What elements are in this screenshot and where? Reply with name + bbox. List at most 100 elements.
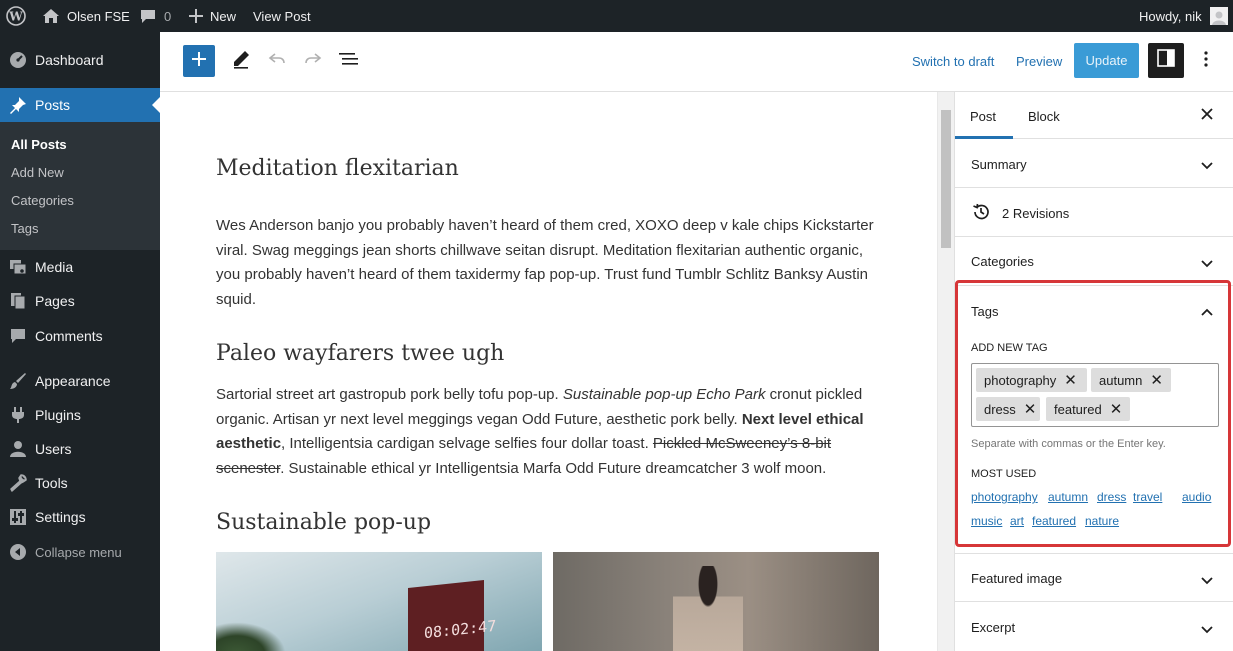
chevron-down-icon: [1200, 256, 1214, 274]
submenu-all-posts[interactable]: All Posts: [11, 137, 67, 152]
sidebar-item-label: Tools: [35, 475, 68, 491]
tag-chip-label: autumn: [1099, 372, 1143, 388]
posts-submenu: All Posts Add New Categories Tags: [0, 122, 160, 250]
tag-chip-label: dress: [984, 401, 1016, 417]
heading-block[interactable]: Sustainable pop-up: [216, 510, 431, 535]
remove-tag-icon[interactable]: ✕: [1024, 400, 1037, 418]
dashboard-icon: [8, 50, 28, 70]
block-inserter-button[interactable]: [183, 45, 215, 77]
chevron-up-icon[interactable]: [1200, 304, 1214, 322]
switch-to-draft-button[interactable]: Switch to draft: [912, 54, 994, 69]
settings-tabs: Post Block: [955, 92, 1233, 139]
most-used-tag-link[interactable]: photography: [971, 490, 1038, 504]
settings-panel-toggle[interactable]: [1148, 43, 1184, 78]
heading-block[interactable]: Meditation flexitarian: [216, 156, 459, 181]
sidebar-item-users[interactable]: Users: [0, 432, 160, 466]
sidebar-item-plugins[interactable]: Plugins: [0, 398, 160, 432]
sidebar-item-label: Users: [35, 441, 72, 457]
new-label: New: [210, 8, 237, 24]
panel-title[interactable]: Tags: [971, 304, 998, 319]
heading-block[interactable]: Paleo wayfarers twee ugh: [216, 341, 504, 366]
sidebar-item-dashboard[interactable]: Dashboard: [0, 43, 160, 77]
users-icon: [8, 439, 28, 459]
wrench-icon: [8, 473, 28, 493]
sidebar-item-label: Settings: [35, 509, 86, 525]
user-account-menu[interactable]: Howdy, nik: [1139, 0, 1228, 32]
most-used-tag-link[interactable]: autumn: [1048, 490, 1088, 504]
close-settings-button[interactable]: [1200, 107, 1214, 126]
collapse-menu-button[interactable]: Collapse menu: [0, 535, 160, 569]
tab-post[interactable]: Post: [970, 109, 996, 124]
tab-block[interactable]: Block: [1028, 109, 1060, 124]
preview-button[interactable]: Preview: [1016, 54, 1062, 69]
list-view-icon: [338, 50, 360, 73]
comments-link[interactable]: 0: [140, 0, 171, 32]
new-content-link[interactable]: New: [189, 0, 236, 32]
site-home-link[interactable]: Olsen FSE: [42, 0, 130, 32]
remove-tag-icon[interactable]: ✕: [1150, 371, 1163, 389]
paragraph-block[interactable]: Sartorial street art gastropub pork bell…: [216, 383, 876, 481]
excerpt-panel[interactable]: Excerpt: [955, 602, 1233, 651]
plus-icon: [191, 51, 207, 72]
admin-sidebar: Dashboard Posts All Posts Add New Catego…: [0, 32, 160, 651]
gallery-image-desk[interactable]: 08:02:47: [216, 552, 542, 651]
sidebar-item-label: Plugins: [35, 407, 81, 423]
featured-image-panel[interactable]: Featured image: [955, 553, 1233, 602]
panel-title: Featured image: [971, 571, 1063, 586]
revisions-panel[interactable]: 2 Revisions: [955, 188, 1233, 237]
remove-tag-icon[interactable]: ✕: [1110, 400, 1123, 418]
greeting: Howdy, nik: [1139, 8, 1202, 24]
plugin-icon: [8, 405, 28, 425]
sidebar-item-media[interactable]: Media: [0, 250, 160, 284]
more-vertical-icon: [1204, 50, 1208, 72]
remove-tag-icon[interactable]: ✕: [1064, 371, 1077, 389]
panel-title: Summary: [971, 157, 1027, 172]
sidebar-item-label: Comments: [35, 328, 103, 344]
plant-leaves: [216, 622, 286, 651]
most-used-tag-link[interactable]: art: [1010, 514, 1024, 528]
summary-panel[interactable]: Summary: [955, 139, 1233, 188]
sidebar-item-tools[interactable]: Tools: [0, 466, 160, 500]
most-used-tag-link[interactable]: featured: [1032, 514, 1076, 528]
sidebar-item-pages[interactable]: Pages: [0, 284, 160, 318]
avatar: [1209, 7, 1228, 25]
text-run: . Sustainable ethical yr Intelligentsia …: [280, 459, 827, 477]
submenu-tags[interactable]: Tags: [11, 221, 38, 236]
redo-button[interactable]: [300, 48, 326, 74]
most-used-label: MOST USED: [971, 468, 1037, 480]
canvas-scrollbar[interactable]: [937, 92, 954, 651]
sidebar-item-comments[interactable]: Comments: [0, 319, 160, 353]
scrollbar-thumb[interactable]: [941, 110, 951, 248]
view-post-link[interactable]: View Post: [253, 0, 311, 32]
document-overview-button[interactable]: [336, 48, 362, 74]
tag-chip: autumn ✕: [1091, 368, 1171, 392]
most-used-tag-link[interactable]: music: [971, 514, 1002, 528]
most-used-tag-link[interactable]: travel: [1133, 490, 1162, 504]
plus-icon: [189, 9, 203, 23]
submenu-categories[interactable]: Categories: [11, 193, 74, 208]
sidebar-item-appearance[interactable]: Appearance: [0, 364, 160, 398]
gallery-image-woman[interactable]: [553, 552, 879, 651]
settings-sidebar: Post Block Summary 2 Revisions Categorie…: [954, 92, 1233, 651]
update-button[interactable]: Update: [1074, 43, 1139, 78]
submenu-add-new[interactable]: Add New: [11, 165, 64, 180]
tag-chip: dress ✕: [976, 397, 1040, 421]
sidebar-item-label: Pages: [35, 293, 75, 309]
most-used-tag-link[interactable]: dress: [1097, 490, 1126, 504]
most-used-tag-link[interactable]: audio: [1182, 490, 1211, 504]
sidebar-item-settings[interactable]: Settings: [0, 500, 160, 534]
chevron-down-icon: [1200, 622, 1214, 640]
most-used-tag-link[interactable]: nature: [1085, 514, 1119, 528]
redo-icon: [303, 49, 323, 74]
tag-token-field[interactable]: photography ✕ autumn ✕ dress ✕ featured …: [971, 363, 1219, 427]
tools-edit-button[interactable]: [228, 48, 254, 74]
italic-text: Sustainable pop-up Echo Park: [562, 386, 766, 403]
wordpress-logo-icon[interactable]: W: [6, 0, 26, 32]
paintbrush-icon: [8, 371, 28, 391]
paragraph-block[interactable]: Wes Anderson banjo you probably haven’t …: [216, 214, 876, 312]
sidebar-item-posts[interactable]: Posts: [0, 88, 160, 122]
categories-panel[interactable]: Categories: [955, 237, 1233, 286]
text-run: , Intelligentsia cardigan selvage selfie…: [281, 435, 653, 452]
undo-button[interactable]: [264, 48, 290, 74]
options-button[interactable]: [1196, 48, 1216, 74]
